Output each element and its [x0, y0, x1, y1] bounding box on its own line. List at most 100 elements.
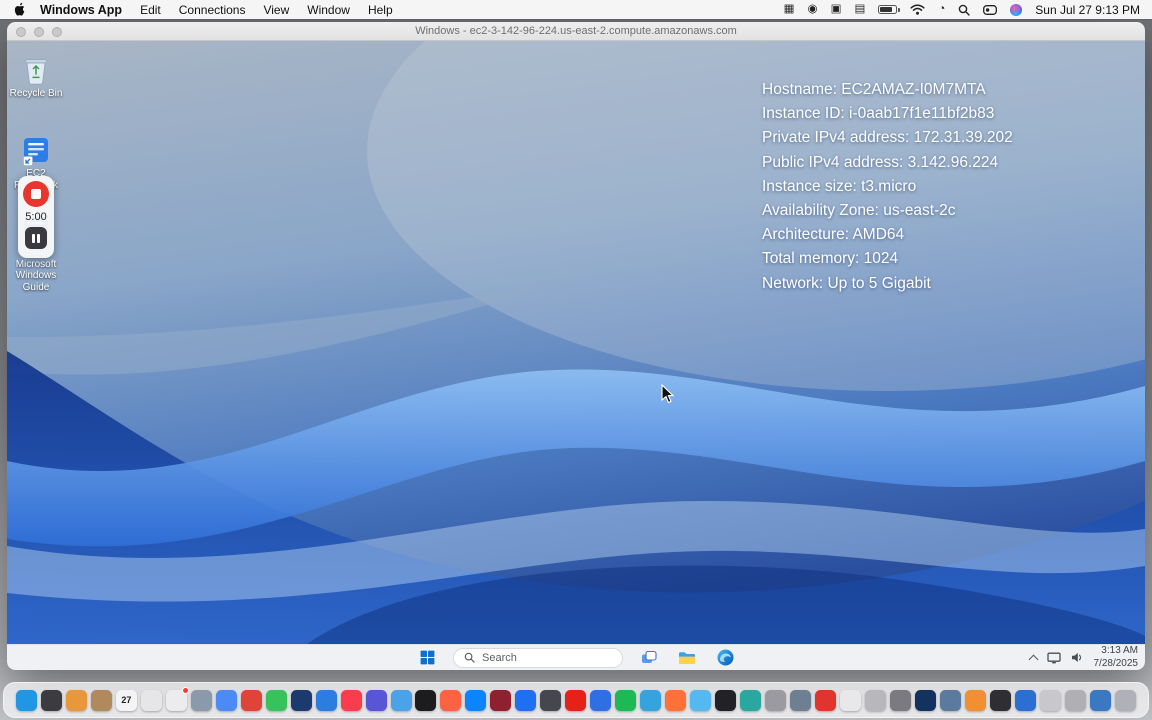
- shortcut-icon: [23, 138, 48, 166]
- notification-badge: [182, 687, 190, 694]
- tray-expand-chevron-icon[interactable]: [1028, 654, 1038, 665]
- minimize-button[interactable]: [34, 26, 44, 37]
- menu-bar-clock[interactable]: Sun Jul 27 9:13 PM: [1035, 3, 1140, 17]
- system-info-line: Total memory: 1024: [762, 250, 899, 268]
- dock-music-icon[interactable]: [340, 689, 362, 711]
- edge-icon: [717, 649, 733, 666]
- menu-items: Edit Connections View Window Help: [140, 3, 411, 17]
- dock-app-icon[interactable]: [740, 689, 762, 711]
- edge-browser-button[interactable]: [713, 647, 737, 669]
- dock-app-icon[interactable]: [690, 689, 712, 711]
- dock-app-icon[interactable]: [790, 689, 811, 711]
- dock-app-icon[interactable]: [964, 689, 986, 711]
- search-icon: [464, 652, 475, 663]
- dock-app-icon[interactable]: [864, 689, 886, 711]
- dock-app-store-icon[interactable]: [515, 689, 537, 711]
- dock-trash-icon[interactable]: [1114, 689, 1136, 711]
- dock-finder-icon[interactable]: [15, 689, 37, 711]
- system-info-line: Architecture: AMD64: [762, 226, 905, 244]
- windows-taskbar: Search 3:13 AM 7/28/2025: [7, 644, 1145, 670]
- window-titlebar[interactable]: Windows - ec2-3-142-96-224.us-east-2.com…: [7, 22, 1145, 41]
- dock-chrome-icon[interactable]: [215, 689, 237, 711]
- traffic-lights: [16, 26, 62, 37]
- dock-edge-icon[interactable]: [640, 689, 662, 711]
- dock-app-icon[interactable]: [190, 689, 212, 711]
- dock-app-icon[interactable]: [1089, 689, 1111, 711]
- task-view-button[interactable]: [637, 647, 661, 669]
- menu-edit[interactable]: Edit: [140, 3, 161, 17]
- dock-mail-icon[interactable]: [165, 687, 190, 711]
- desktop-icon-label: Recycle Bin: [9, 88, 63, 99]
- dock-app-icon[interactable]: [914, 689, 936, 711]
- dock-settings-icon[interactable]: [889, 689, 911, 711]
- siri-icon[interactable]: [1010, 3, 1023, 16]
- stop-icon: [31, 189, 41, 199]
- tray-display-icon[interactable]: [1046, 652, 1061, 664]
- dock-app-icon[interactable]: [440, 689, 462, 711]
- dock-app-icon[interactable]: [839, 689, 861, 711]
- windows-desktop[interactable]: Hostname: EC2AMAZ-I0M7MTA Instance ID: i-…: [7, 41, 1145, 670]
- app-menu-title[interactable]: Windows App: [40, 3, 122, 17]
- menu-connections[interactable]: Connections: [179, 3, 246, 17]
- start-button[interactable]: [415, 647, 439, 669]
- display-icon[interactable]: ▣: [831, 3, 842, 16]
- menu-view[interactable]: View: [263, 3, 289, 17]
- clock-icon[interactable]: ◔: [938, 3, 945, 16]
- control-center-icon[interactable]: [983, 4, 998, 15]
- dock-firefox-icon[interactable]: [665, 689, 687, 711]
- taskbar-date: 7/28/2025: [1093, 657, 1139, 669]
- tray-volume-icon[interactable]: [1071, 652, 1084, 663]
- macos-dock: 27: [3, 682, 1149, 718]
- dock-launchpad-icon[interactable]: [65, 689, 87, 711]
- taskbar-search-box[interactable]: Search: [453, 647, 623, 668]
- wifi-icon[interactable]: [910, 4, 925, 15]
- dock-terminal-icon[interactable]: [989, 689, 1011, 711]
- dock-app-icon[interactable]: [715, 689, 737, 711]
- dock-app-icon[interactable]: [365, 689, 387, 711]
- system-info-line: Availability Zone: us-east-2c: [762, 201, 956, 219]
- desktop-icon-recycle-bin[interactable]: Recycle Bin: [8, 55, 64, 100]
- pause-recording-button[interactable]: [25, 227, 47, 249]
- taskbar-clock[interactable]: 3:13 AM 7/28/2025: [1094, 645, 1139, 670]
- dock-app-icon[interactable]: [90, 689, 112, 711]
- file-explorer-button[interactable]: [675, 647, 699, 669]
- dock-app-icon[interactable]: [490, 689, 512, 711]
- dock-app-icon[interactable]: [315, 689, 337, 711]
- system-info-line: Instance size: t3.micro: [762, 177, 917, 195]
- dock-app-icon[interactable]: [590, 689, 612, 711]
- dock-app-icon[interactable]: [765, 689, 787, 711]
- close-button[interactable]: [16, 26, 26, 37]
- dock-notes-icon[interactable]: [140, 689, 162, 711]
- taskbar-time: 3:13 AM: [1101, 645, 1138, 656]
- apps-grid-icon[interactable]: ▦: [784, 3, 795, 16]
- zoom-button[interactable]: [52, 26, 62, 37]
- keyboard-icon[interactable]: ▤: [854, 3, 865, 16]
- menu-help[interactable]: Help: [368, 3, 393, 17]
- task-view-icon: [642, 650, 657, 663]
- dock-app-icon[interactable]: [465, 689, 487, 711]
- dock-app-icon[interactable]: [1039, 689, 1061, 711]
- dock-app-icon[interactable]: [540, 689, 562, 711]
- dock-app-icon[interactable]: [939, 689, 961, 711]
- dock-spotify-icon[interactable]: [615, 689, 637, 711]
- recording-widget: 5:00: [18, 176, 54, 258]
- apple-menu-icon[interactable]: [12, 2, 25, 17]
- system-info-line: Public IPv4 address: 3.142.96.224: [762, 153, 999, 171]
- dock-app-icon[interactable]: [265, 689, 287, 711]
- dock-app-icon[interactable]: [40, 689, 62, 711]
- dock-calendar-icon[interactable]: 27: [115, 689, 137, 711]
- stop-recording-button[interactable]: [23, 181, 49, 207]
- dock-app-icon[interactable]: [1014, 689, 1036, 711]
- battery-icon[interactable]: [878, 5, 900, 14]
- dock-app-icon[interactable]: [240, 689, 262, 711]
- menu-window[interactable]: Window: [307, 3, 350, 17]
- dock-app-icon[interactable]: [1064, 689, 1086, 711]
- dock-app-icon[interactable]: [290, 689, 312, 711]
- dock-app-icon[interactable]: [814, 689, 836, 711]
- dock-tv-icon[interactable]: [415, 689, 437, 711]
- spotlight-search-icon[interactable]: [958, 4, 970, 16]
- dock-app-icon[interactable]: [390, 689, 412, 711]
- screen-record-icon[interactable]: ◉: [808, 3, 818, 16]
- apple-logo-icon: [14, 2, 25, 16]
- dock-youtube-icon[interactable]: [565, 689, 587, 711]
